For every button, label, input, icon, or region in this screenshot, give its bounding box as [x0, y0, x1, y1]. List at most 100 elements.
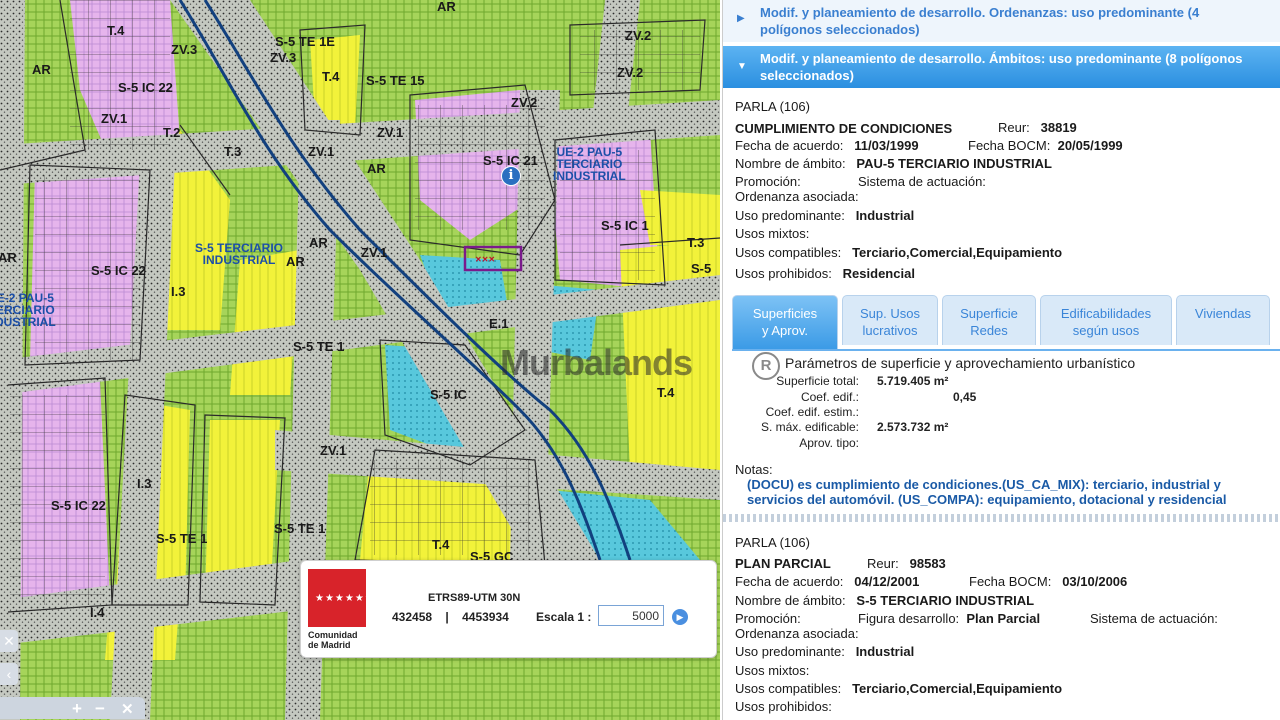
- zone-label: S-5 IC 1: [601, 218, 649, 233]
- zone-label: S-5 TE 15: [366, 73, 425, 88]
- zone-label: ZV.2: [625, 28, 652, 43]
- coord-separator: |: [445, 610, 449, 624]
- close-map-tools-button[interactable]: ✕: [121, 700, 134, 718]
- record-municipio: PARLA (106): [735, 535, 810, 550]
- accordion-ambitos-label: Modif. y planeamiento de desarrollo. Ámb…: [760, 51, 1243, 83]
- zone-label: T.3: [224, 144, 242, 159]
- record-uso-pred: Uso predominante: Industrial: [735, 644, 915, 659]
- accordion-ordenanzas[interactable]: ▶ Modif. y planeamiento de desarrollo. O…: [723, 0, 1280, 42]
- record-reur: Reur: 38819: [998, 120, 1077, 135]
- zone-label: T.2: [163, 125, 181, 140]
- sup-row: S. máx. edificable: 2.573.732 m²: [760, 420, 949, 434]
- zone-label: S-5 IC: [430, 387, 467, 402]
- record-usos-compat: Usos compatibles: Terciario,Comercial,Eq…: [735, 245, 1063, 260]
- zone-label: T.4: [432, 537, 450, 552]
- zone-label: ZV.3: [270, 50, 297, 65]
- zone-label: S-5 TE 1: [293, 339, 345, 354]
- zone-label: S-5 IC 22: [91, 263, 146, 278]
- notes-text: (DOCU) es cumplimiento de condiciones.(U…: [747, 477, 1227, 507]
- record-figura: Figura desarrollo: Plan Parcial: [858, 611, 1041, 626]
- zone-label: ZV.1: [308, 144, 335, 159]
- zone-label: T.4: [322, 69, 340, 84]
- record-ordenanza: Ordenanza asociada:: [735, 189, 859, 204]
- record-reur: Reur: 98583: [867, 556, 946, 571]
- scale-go-icon[interactable]: ▶: [672, 609, 688, 625]
- zone-label: S-5 TE 1: [156, 531, 208, 546]
- record-usos-mixtos: Usos mixtos:: [735, 226, 810, 241]
- notes-label: Notas:: [735, 462, 773, 477]
- tab-underline: [732, 349, 1280, 351]
- zone-label: S-5: [691, 261, 712, 276]
- record-sistema: Sistema de actuación:: [1090, 611, 1218, 626]
- zone-label: ZV.1: [101, 111, 128, 126]
- sector-label: E-2 PAU-5 ERCIARIO DUSTRIAL: [0, 291, 56, 329]
- zone-label: E.1: [489, 316, 509, 331]
- side-collapse-button[interactable]: ‹: [0, 663, 18, 685]
- sup-row: Coef. edif.: 0,45: [800, 390, 977, 404]
- zoom-in-button[interactable]: +: [72, 699, 82, 719]
- coordinates-box: ★★★★★★★ Comunidad de Madrid ETRS89-UTM 3…: [300, 560, 717, 658]
- record-nombre: Nombre de ámbito: PAU-5 TERCIARIO INDUST…: [735, 156, 1052, 171]
- sector-label: S-5 TERCIARIO INDUSTRIAL: [195, 241, 284, 267]
- zone-label: AR: [0, 250, 17, 265]
- record-usos-compat: Usos compatibles: Terciario,Comercial,Eq…: [735, 681, 1063, 696]
- record-ordenanza: Ordenanza asociada:: [735, 626, 859, 641]
- record-fecha-acuerdo: Fecha de acuerdo: 11/03/1999: [735, 138, 919, 153]
- zone-label: T.4: [107, 23, 125, 38]
- info-pin-icon[interactable]: i: [501, 166, 521, 186]
- zone-label: AR: [367, 161, 386, 176]
- record-uso-pred: Uso predominante: Industrial: [735, 208, 915, 223]
- record-fecha-acuerdo: Fecha de acuerdo: 04/12/2001: [735, 574, 920, 589]
- sector-label: UE-2 PAU-5 TERCIARIO INDUSTRIAL: [553, 145, 626, 183]
- zone-label: S-5 IC 22: [118, 80, 173, 95]
- crs-label: ETRS89-UTM 30N: [428, 592, 521, 604]
- tab-viviendas[interactable]: Viviendas: [1176, 295, 1270, 345]
- zone-label: AR: [32, 62, 51, 77]
- zone-label: ZV.2: [511, 95, 538, 110]
- zone-label: I.3: [137, 476, 152, 491]
- chevron-right-icon: ▶: [737, 13, 745, 24]
- watermark: Murbalands: [500, 342, 693, 383]
- zone-label: ZV.3: [171, 42, 198, 57]
- zoom-controls: + − ✕: [0, 697, 145, 719]
- record-promocion: Promoción:: [735, 611, 801, 626]
- tab-edificabilidades[interactable]: Edificabilidades según usos: [1040, 295, 1172, 345]
- coord-y: 4453934: [462, 610, 509, 624]
- watermark-registered-icon: R: [752, 352, 780, 380]
- zoom-out-button[interactable]: −: [95, 699, 105, 719]
- zone-label: S-5 TE 1: [274, 521, 326, 536]
- coord-x: 432458: [392, 610, 433, 624]
- record-municipio: PARLA (106): [735, 99, 810, 114]
- info-panel: ▶ Modif. y planeamiento de desarrollo. O…: [722, 0, 1280, 720]
- coordinate-readout: 432458 | 4453934: [392, 610, 509, 624]
- record-usos-prohib: Usos prohibidos:: [735, 699, 832, 714]
- selected-parcel-mark: ✕✕✕: [475, 255, 495, 264]
- zone-label: AR: [309, 235, 328, 250]
- tab-superficies[interactable]: Superficies y Aprov.: [732, 295, 838, 350]
- side-close-button[interactable]: ✕: [0, 630, 18, 652]
- zone-label: I.4: [90, 605, 105, 620]
- comunidad-de-madrid-logo: ★★★★★★★ Comunidad de Madrid: [308, 569, 384, 653]
- sup-row: Coef. edif. estim.:: [765, 405, 859, 419]
- scale-label: Escala 1 :: [536, 610, 592, 624]
- logo-text: Comunidad de Madrid: [308, 630, 358, 650]
- sup-row: Aprov. tipo:: [799, 436, 859, 450]
- chevron-down-icon: ▼: [737, 61, 747, 72]
- record-usos-mixtos: Usos mixtos:: [735, 663, 810, 678]
- record-separator: [723, 514, 1280, 522]
- record-promocion: Promoción:: [735, 174, 801, 189]
- record-tipo: PLAN PARCIAL: [735, 556, 831, 571]
- record-fecha-bocm: Fecha BOCM: 20/05/1999: [968, 138, 1123, 153]
- zone-label: T.3: [687, 235, 705, 250]
- tab-superficie-redes[interactable]: Superficie Redes: [942, 295, 1036, 345]
- accordion-ordenanzas-label: Modif. y planeamiento de desarrollo. Ord…: [760, 5, 1200, 37]
- zone-label: S-5 IC 22: [51, 498, 106, 513]
- tab-sup-usos[interactable]: Sup. Usos lucrativos: [842, 295, 938, 345]
- zone-label: I.3: [171, 284, 186, 299]
- section-title: Parámetros de superficie y aprovechamien…: [785, 355, 1136, 371]
- zone-label: S-5 TE 1E: [275, 34, 335, 49]
- accordion-ambitos[interactable]: ▼ Modif. y planeamiento de desarrollo. Á…: [723, 46, 1280, 88]
- scale-input[interactable]: [598, 605, 664, 626]
- record-tipo: CUMPLIMIENTO DE CONDICIONES: [735, 121, 953, 136]
- record-fecha-bocm: Fecha BOCM: 03/10/2006: [969, 574, 1128, 589]
